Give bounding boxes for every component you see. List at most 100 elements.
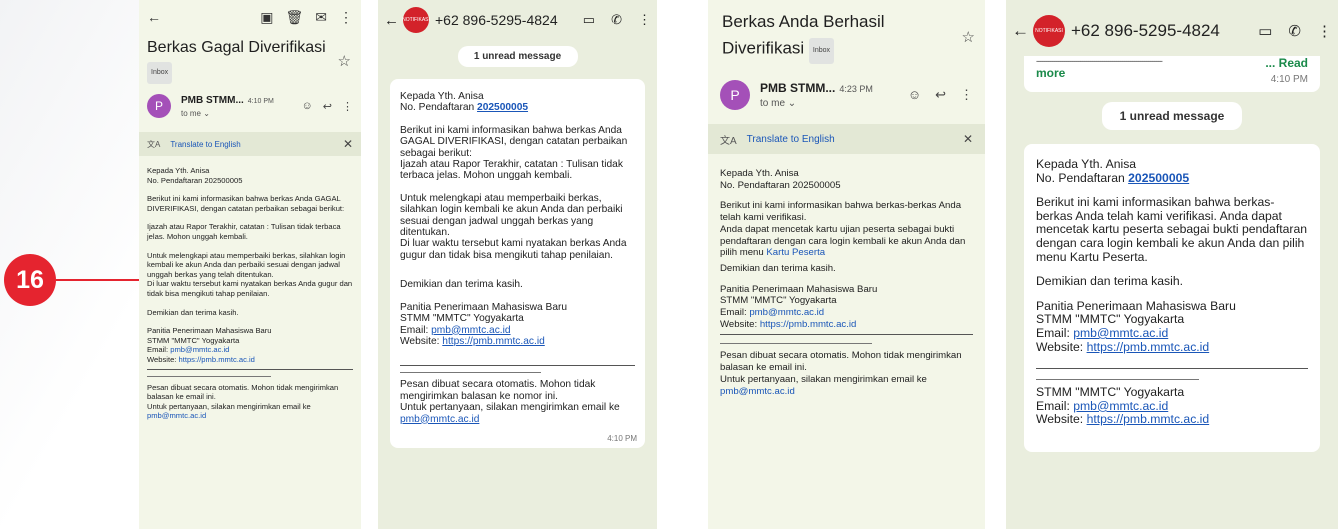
recipient-toggle[interactable]: to me ⌄ (760, 98, 873, 109)
kartu-peserta-link[interactable]: Kartu Peserta (766, 247, 825, 258)
website-label: Website: (1036, 412, 1087, 427)
gmail-toolbar: ← ▣ 🗑 ✉ ⋮ (139, 0, 361, 34)
message-paragraph: Berikut ini kami informasikan bahwa berk… (400, 124, 628, 182)
sender-name: PMB STMM... (181, 94, 244, 106)
phone-icon[interactable]: ✆ (611, 12, 622, 28)
reply-icon[interactable]: ↩ (323, 100, 332, 113)
translate-link[interactable]: Translate to English (170, 140, 240, 149)
signature: Panitia Penerimaan Mahasiswa Baru STMM "… (400, 302, 635, 348)
star-icon[interactable]: ☆ (962, 26, 975, 50)
email-link[interactable]: pmb@mmtc.ac.id (170, 345, 229, 354)
contact-phone[interactable]: +62 896-5295-4824 (1071, 21, 1220, 41)
website-link[interactable]: https://pmb.mmtc.ac.id (1087, 412, 1210, 427)
message-time: 4:10 PM (1270, 74, 1308, 85)
pointer-line (56, 279, 140, 281)
footer-signature: STMM "MMTC" Yogyakarta Email: pmb@mmtc.ac… (1036, 385, 1308, 427)
email-link[interactable]: pmb@mmtc.ac.id (1073, 399, 1168, 413)
close-icon[interactable]: ✕ (963, 132, 973, 146)
body-paragraph: Berikut ini kami informasikan bahwa berk… (720, 200, 973, 259)
signature-text: Panitia Penerimaan Mahasiswa Baru STMM "… (400, 301, 568, 325)
video-call-icon[interactable]: ▭ (583, 12, 595, 28)
avatar[interactable]: P (720, 80, 750, 110)
body-paragraph: Kepada Yth. Anisa No. Pendaftaran 202500… (147, 166, 243, 185)
gmail-success-panel: Berkas Anda Berhasil Diverifikasi Inbox … (708, 0, 985, 529)
contact-phone[interactable]: +62 896-5295-4824 (435, 12, 558, 28)
website-link[interactable]: https://pmb.mmtc.ac.id (179, 355, 255, 364)
signature: Panitia Penerimaan Mahasiswa Baru STMM "… (720, 284, 973, 331)
footer-text: Pesan dibuat secara otomatis. Mohon tida… (400, 379, 620, 414)
message-header: Kepada Yth. Anisa No. Pendaftaran 2025000… (400, 91, 635, 114)
registration-number-link[interactable]: 202500005 (477, 102, 528, 113)
archive-icon[interactable]: ▣ (260, 9, 273, 26)
website-label: Website: (147, 354, 179, 364)
body-text: Berikut ini kami informasikan bahwa berk… (720, 200, 966, 259)
inbox-label[interactable]: Inbox (147, 62, 173, 84)
message-paragraph: Berikut ini kami informasikan bahwa berk… (1036, 195, 1308, 264)
body-paragraph: Untuk melengkapi atau memperbaiki berkas… (147, 250, 353, 298)
contact-avatar[interactable]: NOTIFIKASI (1033, 15, 1065, 47)
translate-link[interactable]: Translate to English (747, 134, 835, 145)
read-more-link[interactable]: more (1036, 66, 1065, 80)
website-label: Website: (400, 335, 443, 347)
unread-badge: 1 unread message (457, 46, 578, 67)
back-icon[interactable]: ← (384, 12, 399, 29)
body-paragraph: Ijazah atau Rapor Terakhir, catatan : Tu… (147, 222, 341, 241)
website-link[interactable]: https://pmb.mmtc.ac.id (760, 319, 857, 330)
divider (720, 334, 973, 336)
star-icon[interactable]: ☆ (338, 52, 351, 72)
back-icon[interactable]: ← (1012, 21, 1029, 41)
more-icon[interactable]: ⋮ (960, 87, 973, 103)
close-icon[interactable]: ✕ (343, 137, 353, 151)
gmail-fail-panel: ← ▣ 🗑 ✉ ⋮ Berkas Gagal Diverifikasi Inbo… (139, 0, 361, 529)
more-icon[interactable]: ⋮ (638, 12, 651, 28)
whatsapp-success-panel: ← NOTIFIKASI +62 896-5295-4824 ▭ ✆ ⋮ ---… (1006, 0, 1338, 529)
email-label: Email: (147, 345, 171, 355)
body-paragraph: Kepada Yth. Anisa No. Pendaftaran 202500… (720, 168, 841, 191)
footer-email-link[interactable]: pmb@mmtc.ac.id (147, 411, 206, 420)
more-icon[interactable]: ⋮ (342, 100, 353, 113)
email-label: Email: (720, 307, 750, 319)
contact-avatar[interactable]: NOTIFIKASI (402, 7, 430, 33)
unread-badge: 1 unread message (1102, 102, 1242, 130)
email-body: Kepada Yth. Anisa No. Pendaftaran 202500… (708, 154, 985, 420)
footer-text: Pesan dibuat secara otomatis. Mohon tida… (147, 382, 339, 411)
read-more-link[interactable]: ... Read (1265, 56, 1308, 70)
phone-icon[interactable]: ✆ (1288, 22, 1301, 40)
footer-email-link[interactable]: pmb@mmtc.ac.id (720, 386, 795, 397)
email-time: 4:10 PM (247, 97, 274, 105)
more-icon[interactable]: ⋮ (339, 9, 353, 26)
video-call-icon[interactable]: ▭ (1258, 22, 1272, 40)
registration-number-link[interactable]: 202500005 (1128, 171, 1189, 185)
divider (147, 375, 271, 377)
recipient-toggle[interactable]: to me ⌄ (181, 109, 274, 118)
message-paragraph: Demikian dan terima kasih. (1036, 274, 1183, 289)
emoji-icon[interactable]: ☺ (302, 100, 313, 113)
inbox-label[interactable]: Inbox (808, 38, 835, 64)
avatar[interactable]: P (147, 94, 171, 118)
mail-icon[interactable]: ✉ (315, 9, 327, 26)
website-link[interactable]: https://pmb.mmtc.ac.id (442, 336, 544, 347)
email-link[interactable]: pmb@mmtc.ac.id (749, 307, 824, 318)
back-icon[interactable]: ← (147, 9, 161, 25)
more-icon[interactable]: ⋮ (1317, 22, 1332, 40)
email-label: Email: (1036, 398, 1074, 413)
reply-icon[interactable]: ↩ (935, 87, 946, 103)
delete-icon[interactable]: 🗑 (285, 9, 303, 26)
sender-name: PMB STMM... (760, 81, 836, 95)
email-link[interactable]: pmb@mmtc.ac.id (1073, 326, 1168, 340)
divider (147, 368, 353, 370)
signature-text: Panitia Penerimaan Mahasiswa Baru STMM "… (147, 326, 272, 345)
divider (1036, 379, 1200, 381)
whatsapp-fail-panel: ← NOTIFIKASI +62 896-5295-4824 ▭ ✆ ⋮ 1 u… (378, 0, 657, 529)
divider (720, 343, 872, 345)
sender-row: P PMB STMM... 4:10 PM to me ⌄ ☺ ↩ ⋮ (139, 84, 361, 128)
translate-icon: 文A (147, 139, 161, 149)
step-badge: 16 (4, 254, 56, 306)
emoji-icon[interactable]: ☺ (908, 87, 921, 103)
translate-icon: 文A (720, 135, 737, 147)
website-link[interactable]: https://pmb.mmtc.ac.id (1087, 340, 1210, 354)
subject-text: Berkas Anda Berhasil Diverifikasi (722, 12, 885, 58)
footer-email-link[interactable]: pmb@mmtc.ac.id (400, 414, 479, 425)
body-paragraph: Demikian dan terima kasih. (720, 262, 836, 274)
email-link[interactable]: pmb@mmtc.ac.id (431, 325, 510, 336)
